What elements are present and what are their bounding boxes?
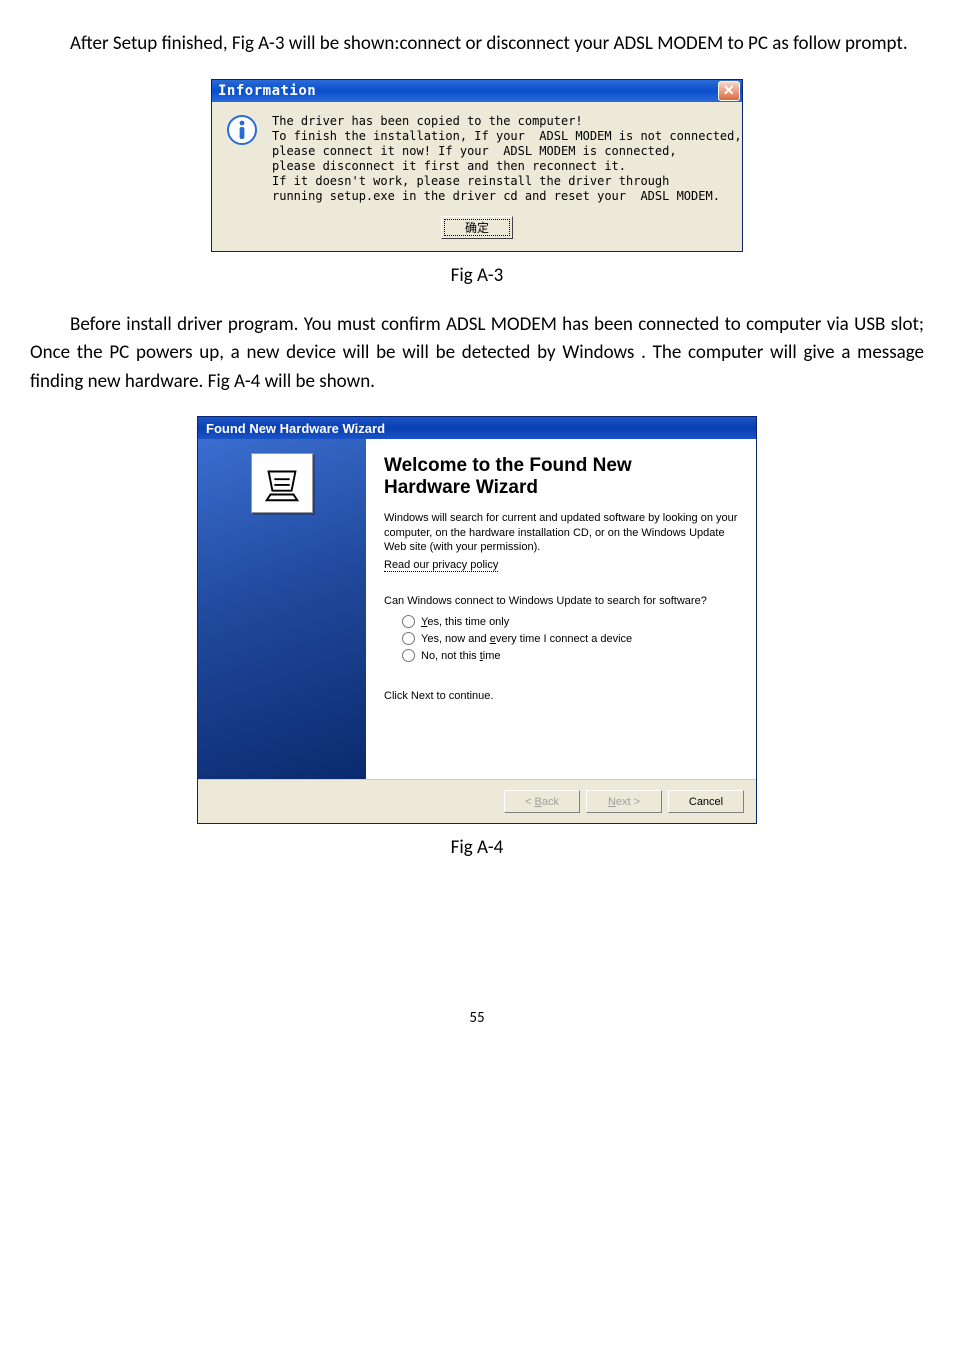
wizard-sidebar xyxy=(198,439,366,779)
radio-input-no[interactable] xyxy=(402,649,415,662)
wizard-continue-text: Click Next to continue. xyxy=(384,690,738,702)
radio-no[interactable]: No, not this time xyxy=(402,649,738,662)
close-icon: ✕ xyxy=(723,82,735,99)
radio-yes-this-time[interactable]: Yes, this time only xyxy=(402,615,738,628)
wizard-radio-group: Yes, this time only Yes, now and every t… xyxy=(384,615,738,662)
cancel-button[interactable]: Cancel xyxy=(668,790,744,813)
wizard-titlebar: Found New Hardware Wizard xyxy=(198,417,756,439)
radio-label-yes-once: Yes, this time only xyxy=(421,616,509,628)
page-number: 55 xyxy=(30,1009,924,1027)
information-dialog: Information ✕ The driver has been copied… xyxy=(211,79,743,252)
information-body: The driver has been copied to the comput… xyxy=(212,102,742,208)
information-footer: 确定 xyxy=(212,208,742,251)
radio-input-yes-every[interactable] xyxy=(402,632,415,645)
close-button[interactable]: ✕ xyxy=(718,81,740,101)
radio-label-yes-every: Yes, now and every time I connect a devi… xyxy=(421,633,632,645)
intro-paragraph-1: After Setup finished, Fig A-3 will be sh… xyxy=(30,30,924,59)
information-titlebar: Information ✕ xyxy=(212,80,742,102)
wizard-heading-line2: Hardware Wizard xyxy=(384,477,538,498)
figure-caption-a4: Fig A-4 xyxy=(30,836,924,859)
information-title: Information xyxy=(218,83,316,99)
wizard-content: Welcome to the Found New Hardware Wizard… xyxy=(366,439,756,779)
radio-yes-every-time[interactable]: Yes, now and every time I connect a devi… xyxy=(402,632,738,645)
figure-caption-a3: Fig A-3 xyxy=(30,264,924,287)
ok-button[interactable]: 确定 xyxy=(441,216,513,239)
radio-label-no: No, not this time xyxy=(421,650,501,662)
wizard-button-bar: < Back Next > Cancel xyxy=(198,779,756,823)
wizard-question: Can Windows connect to Windows Update to… xyxy=(384,595,738,607)
hardware-icon xyxy=(251,453,313,513)
wizard-search-text: Windows will search for current and upda… xyxy=(384,511,738,556)
radio-input-yes-once[interactable] xyxy=(402,615,415,628)
intro-paragraph-2: Before install driver program. You must … xyxy=(30,311,924,397)
wizard-heading: Welcome to the Found New Hardware Wizard xyxy=(384,455,738,499)
wizard-body: Welcome to the Found New Hardware Wizard… xyxy=(198,439,756,779)
privacy-policy-link[interactable]: Read our privacy policy xyxy=(384,559,498,572)
back-button: < Back xyxy=(504,790,580,813)
info-icon xyxy=(226,114,258,146)
wizard-title: Found New Hardware Wizard xyxy=(206,421,385,436)
next-button: Next > xyxy=(586,790,662,813)
information-message: The driver has been copied to the comput… xyxy=(272,114,742,204)
wizard-heading-line1: Welcome to the Found New xyxy=(384,455,632,476)
found-new-hardware-wizard: Found New Hardware Wizard Welcome to the… xyxy=(197,416,757,824)
